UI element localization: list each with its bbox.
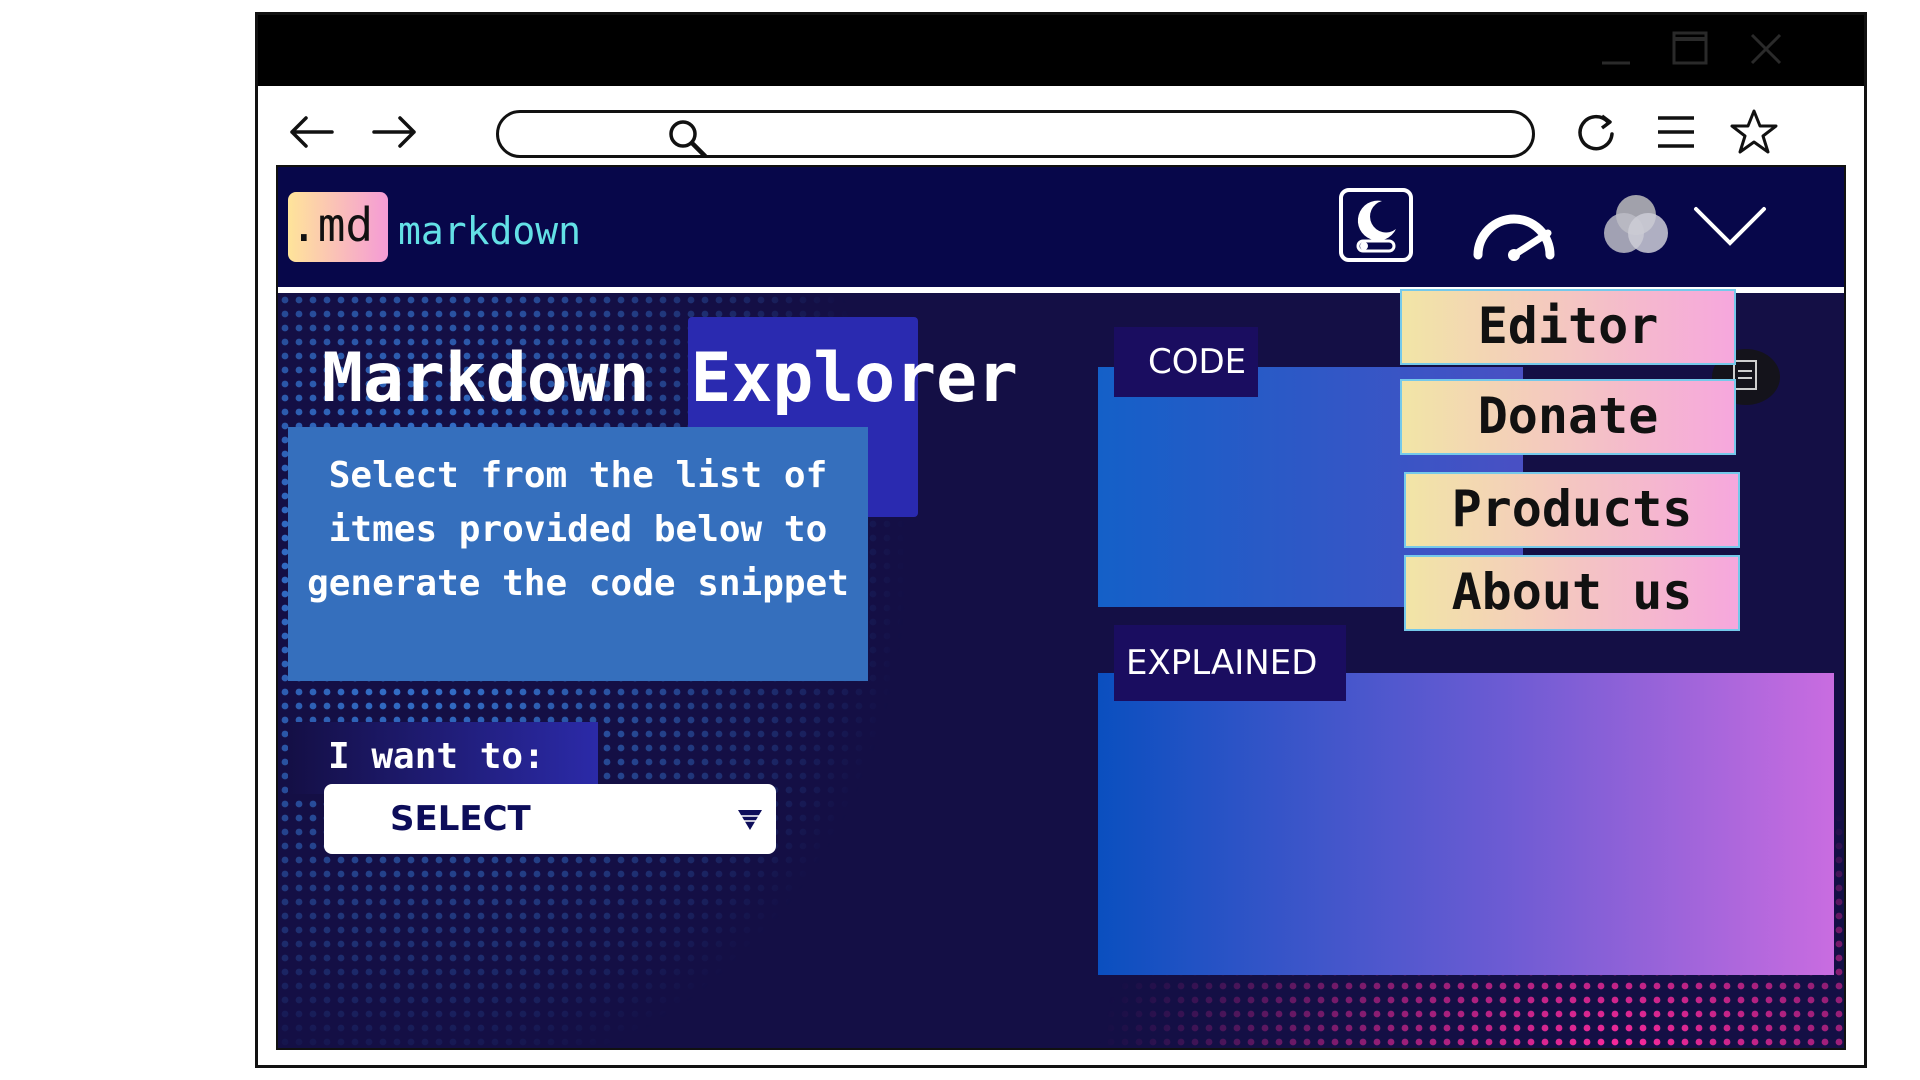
address-bar[interactable] — [496, 110, 1535, 158]
action-select[interactable]: SELECT — [324, 784, 776, 854]
code-label: CODE — [1114, 327, 1258, 397]
title-bar — [258, 15, 1864, 86]
select-arrow-icon — [738, 810, 762, 830]
hamburger-menu-icon[interactable] — [1650, 106, 1702, 158]
close-icon[interactable] — [1746, 29, 1786, 69]
select-value: SELECT — [390, 799, 531, 839]
minimize-icon[interactable] — [1596, 29, 1636, 69]
brand-name[interactable]: markdown — [398, 209, 581, 253]
speedometer-icon[interactable] — [1468, 191, 1560, 267]
maximize-icon[interactable] — [1670, 29, 1710, 69]
forward-arrow-icon[interactable] — [368, 106, 420, 158]
menu-item-donate[interactable]: Donate — [1400, 379, 1736, 455]
menu-item-about-us[interactable]: About us — [1404, 555, 1740, 631]
chevron-down-icon[interactable] — [1690, 201, 1770, 255]
explained-panel — [1098, 673, 1834, 975]
menu-item-products[interactable]: Products — [1404, 472, 1740, 548]
logo-text: .md — [290, 198, 374, 252]
theme-toggle-icon[interactable] — [1338, 187, 1414, 267]
color-palette-icon[interactable] — [1598, 189, 1674, 269]
back-arrow-icon[interactable] — [286, 106, 338, 158]
app-header: .md markdown — [278, 167, 1844, 287]
page-title: Markdown Explorer — [322, 339, 1018, 418]
logo-badge[interactable]: .md — [288, 192, 388, 262]
star-icon[interactable] — [1728, 106, 1780, 158]
reload-icon[interactable] — [1570, 106, 1622, 158]
browser-window: .md markdown Markdown Explorer Select fr… — [255, 12, 1867, 1068]
page-viewport: .md markdown Markdown Explorer Select fr… — [276, 165, 1846, 1050]
explained-label: EXPLAINED — [1114, 625, 1346, 701]
description-box: Select from the list of itmes provided b… — [288, 427, 868, 681]
search-icon — [669, 120, 708, 158]
menu-item-editor[interactable]: Editor — [1400, 289, 1736, 365]
